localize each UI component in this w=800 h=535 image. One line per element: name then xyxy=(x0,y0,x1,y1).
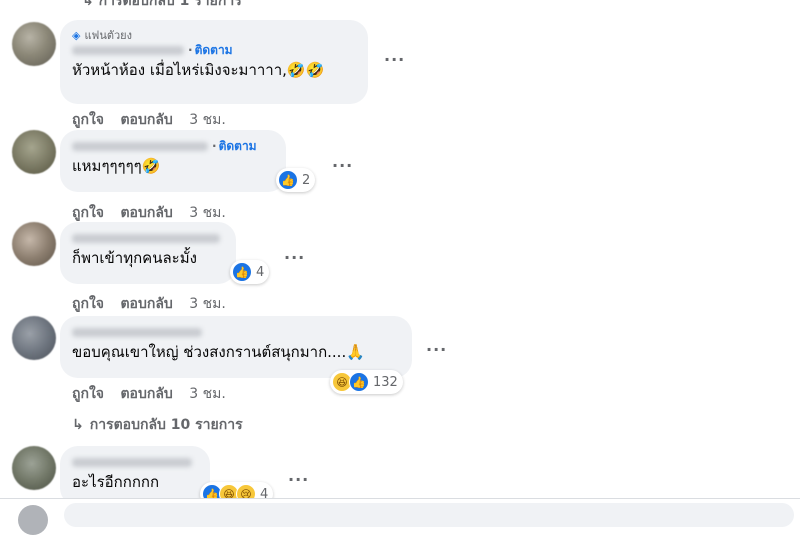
more-options-icon[interactable]: ··· xyxy=(288,470,309,489)
reply-button[interactable]: ตอบกลับ xyxy=(120,202,172,224)
commenter-name[interactable] xyxy=(72,141,208,151)
avatar[interactable] xyxy=(12,446,56,490)
like-reaction-icon: 👍 xyxy=(232,262,252,282)
avatar[interactable] xyxy=(12,130,56,174)
comment-actions: ถูกใจ ตอบกลับ 3 ชม. xyxy=(72,109,238,131)
like-button[interactable]: ถูกใจ xyxy=(72,109,104,131)
reaction-count: 132 xyxy=(373,374,398,390)
reply-arrow-icon: ↳ xyxy=(72,417,84,433)
commenter-name[interactable] xyxy=(72,45,184,55)
follow-button[interactable]: ติดตาม xyxy=(195,41,233,60)
comment-bubble: ก็พาเข้าทุกคนละมั้ง xyxy=(60,222,236,284)
timestamp[interactable]: 3 ชม. xyxy=(189,383,226,405)
comment-actions: ถูกใจ ตอบกลับ 3 ชม. xyxy=(72,202,238,224)
reply-button[interactable]: ตอบกลับ xyxy=(120,383,172,405)
comment-bubble: · ติดตาม แหมๆๆๆๆๆ🤣 xyxy=(60,130,286,192)
like-reaction-icon: 👍 xyxy=(349,372,369,392)
follow-button[interactable]: ติดตาม xyxy=(219,137,257,156)
reaction-count: 2 xyxy=(302,172,311,188)
commenter-name[interactable] xyxy=(72,457,192,467)
previous-replies-link[interactable]: ↳ การตอบกลับ 1 รายการ xyxy=(82,0,242,12)
reply-button[interactable]: ตอบกลับ xyxy=(120,293,172,315)
more-options-icon[interactable]: ··· xyxy=(384,50,405,69)
avatar[interactable] xyxy=(12,222,56,266)
avatar[interactable] xyxy=(12,316,56,360)
reaction-summary[interactable]: 👍 2 xyxy=(276,168,316,192)
comment-bubble: อะไรอีกกกกก xyxy=(60,446,210,506)
commenter-name[interactable] xyxy=(72,233,220,243)
like-reaction-icon: 👍 xyxy=(278,170,298,190)
comment-bubble: ขอบคุณเขาใหญ่ ช่วงสงกรานต์สนุกมาก....🙏 xyxy=(60,316,412,378)
avatar[interactable] xyxy=(12,22,56,66)
current-user-avatar xyxy=(18,505,48,535)
like-button[interactable]: ถูกใจ xyxy=(72,202,104,224)
reaction-summary[interactable]: 😆 👍 132 xyxy=(330,370,403,394)
reaction-count: 4 xyxy=(256,264,265,280)
comment-text: ขอบคุณเขาใหญ่ ช่วงสงกรานต์สนุกมาก....🙏 xyxy=(72,343,365,361)
like-button[interactable]: ถูกใจ xyxy=(72,383,104,405)
timestamp[interactable]: 3 ชม. xyxy=(189,202,226,224)
comment-actions: ถูกใจ ตอบกลับ 3 ชม. xyxy=(72,293,238,315)
more-options-icon[interactable]: ··· xyxy=(332,156,353,175)
comment-text: หัวหน้าห้อง เมื่อไหร่เมิงจะมาาาา,🤣🤣 xyxy=(72,61,325,79)
comment-composer xyxy=(0,498,800,535)
diamond-icon: ◈ xyxy=(72,28,81,42)
like-button[interactable]: ถูกใจ xyxy=(72,293,104,315)
commenter-name-line: · ติดตาม xyxy=(72,138,274,154)
commenter-name[interactable] xyxy=(72,327,202,337)
reaction-summary[interactable]: 👍 4 xyxy=(230,260,270,284)
comment-bubble: ◈ แฟนตัวยง · ติดตาม หัวหน้าห้อง เมื่อไหร… xyxy=(60,20,368,104)
comment-text: อะไรอีกกกกก xyxy=(72,473,160,491)
timestamp[interactable]: 3 ชม. xyxy=(189,293,226,315)
commenter-name-line xyxy=(72,230,224,246)
commenter-name-line: · ติดตาม xyxy=(72,42,356,58)
more-options-icon[interactable]: ··· xyxy=(284,248,305,267)
reply-button[interactable]: ตอบกลับ xyxy=(120,109,172,131)
commenter-name-line xyxy=(72,324,400,340)
comment-text: ก็พาเข้าทุกคนละมั้ง xyxy=(72,249,197,267)
more-options-icon[interactable]: ··· xyxy=(426,340,447,359)
comment-input[interactable] xyxy=(64,503,794,527)
timestamp[interactable]: 3 ชม. xyxy=(189,109,226,131)
comment-actions: ถูกใจ ตอบกลับ 3 ชม. xyxy=(72,383,238,405)
commenter-name-line xyxy=(72,454,198,470)
view-replies-link[interactable]: ↳ การตอบกลับ 10 รายการ xyxy=(72,414,243,436)
comment-text: แหมๆๆๆๆๆ🤣 xyxy=(72,157,161,175)
